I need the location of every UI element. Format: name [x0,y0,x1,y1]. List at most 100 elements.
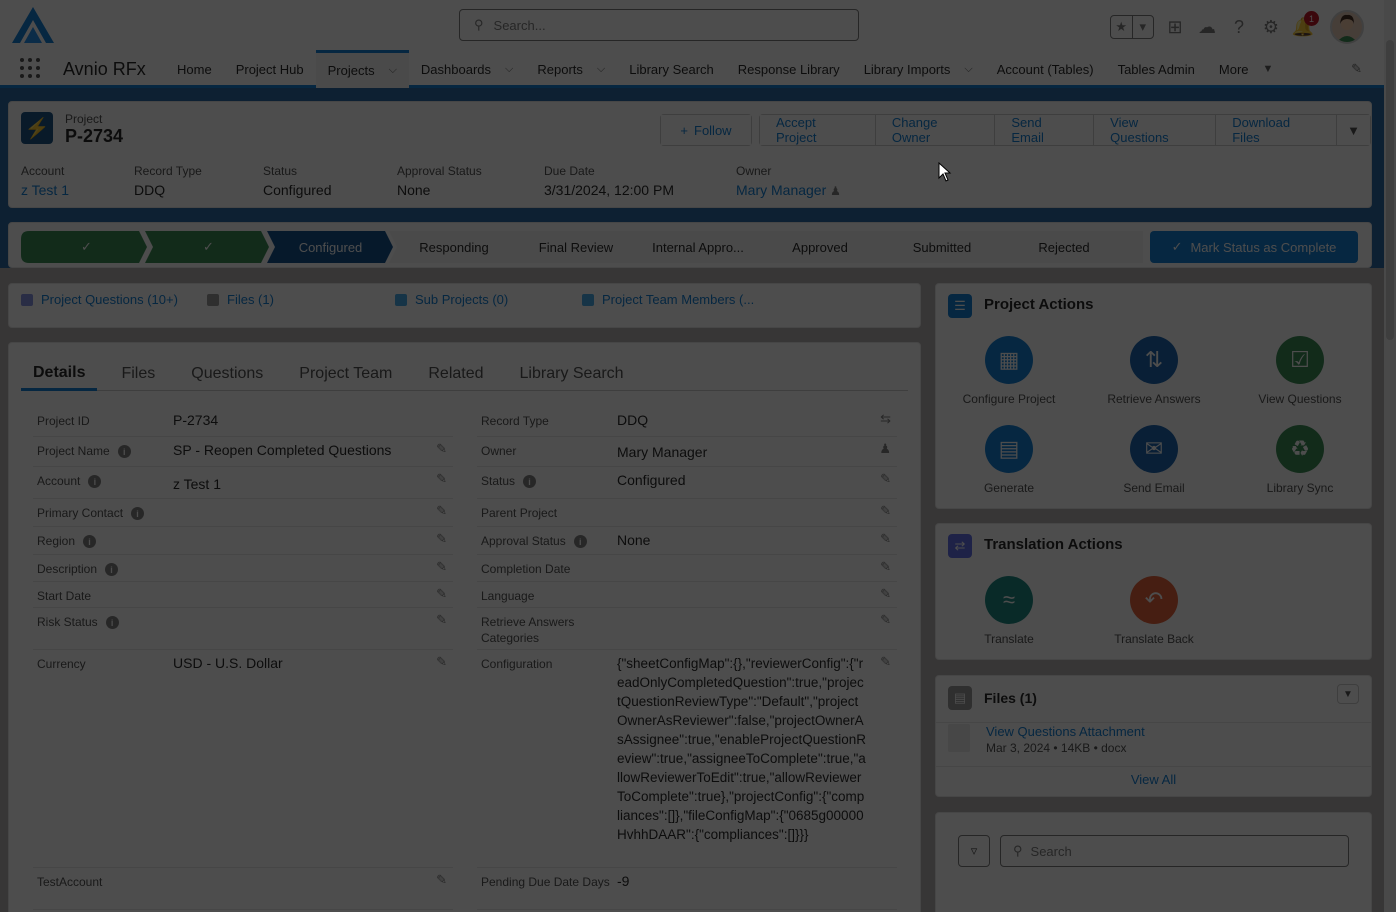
trailhead-icon[interactable]: ☁ [1196,16,1218,38]
global-search[interactable]: ⚲ Search... [459,9,859,41]
send-email-button[interactable]: Send Email [995,115,1095,145]
tab-related[interactable]: Related [416,357,495,391]
accept-project-button[interactable]: Accept Project [760,115,876,145]
owner-link[interactable]: Mary Manager [617,443,867,462]
search-input[interactable]: Search... [494,18,546,33]
info-icon[interactable]: i [523,475,537,488]
search-field[interactable]: ⚲ Search [1000,835,1349,867]
favorites-button[interactable]: ★ ▾ [1110,15,1154,39]
nav-item-reports[interactable]: Reports ⌵ [525,50,617,88]
search-input[interactable]: Search [1031,844,1072,859]
change-owner-icon[interactable]: ♟ [879,441,891,457]
info-icon[interactable]: i [83,535,97,548]
pencil-icon[interactable]: ✎ [436,471,447,487]
notifications-bell-icon[interactable]: 🔔 1 [1292,11,1319,38]
app-launcher-icon[interactable] [20,58,40,78]
chevron-down-icon[interactable]: ⌵ [505,63,513,76]
change-owner-icon[interactable]: ♟ [830,184,841,198]
nav-item-library-imports[interactable]: Library Imports ⌵ [852,50,985,88]
pencil-icon[interactable]: ✎ [880,471,891,487]
pencil-icon[interactable]: ✎ [436,654,447,670]
nav-item-project-hub[interactable]: Project Hub [224,50,316,88]
caret-down-icon[interactable]: ▼ [1263,63,1274,75]
chevron-down-icon[interactable]: ⌵ [389,64,397,77]
path-step-approved[interactable]: Approved [761,231,879,263]
action-send-email[interactable]: ✉ Send Email [1089,425,1219,495]
mark-status-complete-button[interactable]: ✓ Mark Status as Complete [1150,231,1358,263]
info-icon[interactable]: i [131,507,145,520]
change-owner-button[interactable]: Change Owner [875,115,996,145]
action-translate-back[interactable]: ↶ Translate Back [1089,576,1219,646]
pencil-icon[interactable]: ✎ [436,559,447,575]
info-icon[interactable]: i [117,445,131,458]
pencil-icon[interactable]: ✎ [880,586,891,602]
nav-item-library-search[interactable]: Library Search [617,50,726,88]
info-icon[interactable]: i [105,616,119,629]
tab-details[interactable]: Details [21,357,98,391]
nav-item-home[interactable]: Home [165,50,224,88]
gear-icon[interactable]: ⚙ [1260,16,1282,38]
path-step-submitted[interactable]: Submitted [883,231,1001,263]
file-link[interactable]: View Questions Attachment [986,724,1145,739]
help-icon[interactable]: ? [1228,16,1250,38]
nav-item-response-library[interactable]: Response Library [726,50,852,88]
chevron-down-icon[interactable]: ⌵ [964,63,972,76]
nav-item-dashboards[interactable]: Dashboards ⌵ [409,50,525,88]
scrollbar-thumb[interactable] [1386,40,1394,340]
nav-item-account-tables[interactable]: Account (Tables) [985,50,1106,88]
path-step-internal-approval[interactable]: Internal Appro... [639,231,757,263]
edit-nav-pencil-icon[interactable]: ✎ [1351,61,1362,77]
info-icon[interactable]: i [573,535,587,548]
view-all-files-link[interactable]: View All [936,772,1371,787]
chevron-down-icon[interactable]: ▾ [1133,16,1154,38]
owner-link[interactable]: Mary Manager [736,182,826,198]
path-step-responding[interactable]: Responding [395,231,513,263]
view-questions-button[interactable]: View Questions [1094,115,1217,145]
quick-link-sub-projects[interactable]: Sub Projects (0) [395,292,508,307]
path-step-configured[interactable]: Configured [273,231,388,263]
action-view-questions[interactable]: ☑ View Questions [1235,336,1365,406]
action-retrieve-answers[interactable]: ⇅ Retrieve Answers [1089,336,1219,406]
path-step-final-review[interactable]: Final Review [517,231,635,263]
nav-item-projects[interactable]: Projects ⌵ [315,50,409,88]
quick-link-project-questions[interactable]: Project Questions (10+) [21,292,178,307]
pencil-icon[interactable]: ✎ [880,531,891,547]
more-actions-caret-icon[interactable]: ▼ [1337,115,1370,145]
pencil-icon[interactable]: ✎ [436,586,447,602]
nav-item-tables-admin[interactable]: Tables Admin [1106,50,1207,88]
path-step-rejected[interactable]: Rejected [1005,231,1123,263]
change-record-type-icon[interactable]: ⇆ [880,411,891,427]
account-link[interactable]: z Test 1 [21,182,69,198]
tab-questions[interactable]: Questions [179,357,275,391]
star-icon[interactable]: ★ [1111,16,1133,38]
tab-files[interactable]: Files [109,357,167,391]
pencil-icon[interactable]: ✎ [436,872,447,888]
pencil-icon[interactable]: ✎ [880,612,891,628]
info-icon[interactable]: i [105,563,119,576]
download-files-button[interactable]: Download Files [1216,115,1338,145]
tab-project-team[interactable]: Project Team [287,357,404,391]
info-icon[interactable]: i [88,475,102,488]
quick-link-files[interactable]: Files (1) [207,292,274,307]
pencil-icon[interactable]: ✎ [436,531,447,547]
pencil-icon[interactable]: ✎ [436,441,447,457]
account-link[interactable]: z Test 1 [173,475,423,494]
action-library-sync[interactable]: ♻ Library Sync [1235,425,1365,495]
action-generate[interactable]: ▤ Generate [944,425,1074,495]
global-actions-icon[interactable]: ⊞ [1164,16,1186,38]
tab-library-search[interactable]: Library Search [508,357,636,391]
action-translate[interactable]: ≈ Translate [944,576,1074,646]
chevron-down-icon[interactable]: ⌵ [597,63,605,76]
pencil-icon[interactable]: ✎ [880,654,891,670]
pencil-icon[interactable]: ✎ [436,503,447,519]
pencil-icon[interactable]: ✎ [880,559,891,575]
pencil-icon[interactable]: ✎ [880,503,891,519]
follow-button[interactable]: + Follow [661,115,751,145]
quick-link-team-members[interactable]: Project Team Members (... [582,292,754,307]
user-avatar[interactable] [1330,10,1364,44]
pencil-icon[interactable]: ✎ [436,612,447,628]
filter-icon[interactable]: ▿ [958,835,990,867]
action-configure-project[interactable]: ▦ Configure Project [944,336,1074,406]
nav-item-more[interactable]: More ▼ [1207,50,1286,88]
files-menu-caret-icon[interactable]: ▼ [1337,684,1359,704]
